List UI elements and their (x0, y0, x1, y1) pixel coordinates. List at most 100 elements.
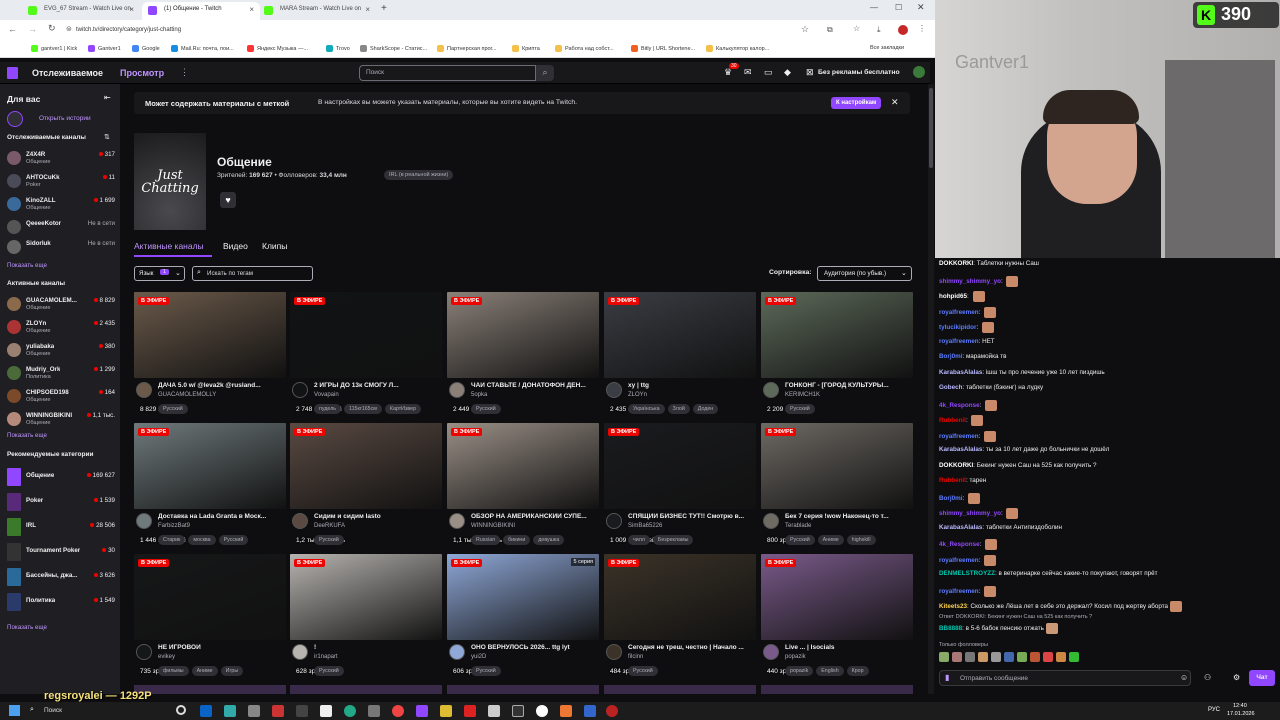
sidebar-item-sidorluk[interactable]: Sidorluk Не в сети (0, 237, 120, 259)
stream-tag[interactable]: Русский (785, 404, 815, 414)
emote-picker-icon[interactable]: ☺ (1180, 673, 1188, 682)
stream-card[interactable]: В ЭФИРЕ1 446 зрителейДоставка на Lada Gr… (134, 423, 286, 548)
channel-avatar[interactable] (292, 644, 308, 660)
chat-username[interactable]: 4k_Response (939, 402, 980, 409)
menu-icon[interactable]: ⋮ (918, 24, 926, 33)
bookmark-item[interactable]: Яндекс Музыка —... (247, 45, 308, 52)
chat-username[interactable]: KarabasAlalas (939, 369, 982, 376)
tab-clips[interactable]: Клипы (262, 241, 287, 251)
bookmark-icon[interactable]: ☆ (853, 24, 860, 33)
stream-tag[interactable]: Аниме (191, 666, 218, 676)
chat-username[interactable]: shimmy_shimmy_yo (939, 278, 1001, 285)
channel-name[interactable]: filcinn (628, 654, 643, 660)
stream-title[interactable]: ДАЧА 5.0 w/ @leva2k @rusland... (158, 382, 286, 389)
channel-name[interactable]: KERIMCH1K (785, 392, 820, 398)
show-more-categories[interactable]: Показать еще (7, 624, 47, 631)
heart-icon[interactable]: ♥ (220, 192, 236, 208)
sort-select[interactable]: Аудитория (по убыв.) ⌄ (817, 266, 912, 281)
app-icon[interactable] (320, 705, 332, 717)
chat-username[interactable]: royalfreemen (939, 433, 979, 440)
bookmark-item[interactable]: Крипта (512, 45, 540, 52)
stream-tag[interactable]: пудель (314, 404, 342, 414)
inbox-icon[interactable]: ✉ (744, 67, 752, 78)
bookmark-item[interactable]: Партнерская прог... (437, 45, 496, 52)
chat-send-button[interactable]: Чат (1249, 670, 1275, 686)
channel-name[interactable]: SimBa65226 (628, 523, 662, 529)
close-icon[interactable]: × (249, 5, 254, 14)
app-icon[interactable] (560, 705, 572, 717)
tab-evg[interactable]: EVG_67 Stream - Watch Live on × (22, 2, 140, 20)
reload-icon[interactable]: ↻ (48, 23, 56, 34)
back-icon[interactable]: ← (8, 24, 17, 34)
crown-icon[interactable]: ◆ (784, 67, 791, 78)
stream-title[interactable]: xy | ttg (628, 382, 756, 389)
chat-input[interactable]: ▮ Отправить сообщение ☺ (939, 670, 1191, 686)
app-icon[interactable] (606, 705, 618, 717)
bookmark-item[interactable]: Google (132, 45, 160, 52)
stream-tag[interactable]: чилл (628, 535, 650, 545)
stream-title[interactable]: Бек 7 серия !wow Наконец-то т... (785, 513, 913, 520)
sidebar-category[interactable]: Tournament Poker 30 (0, 540, 120, 562)
stream-thumbnail-partial[interactable] (604, 685, 756, 694)
search-button[interactable]: ⌕ (536, 65, 554, 81)
stream-thumbnail-partial[interactable] (761, 685, 913, 694)
windows-start-icon[interactable] (9, 705, 20, 716)
points-icon[interactable]: ⚇ (1204, 673, 1211, 682)
stream-card[interactable]: В ЭФИРЕ2 435 зрителейxy | ttgZLOYnУкраїн… (604, 292, 756, 417)
stream-title[interactable]: ЧАЙ СТАВЬТЕ / ДОНАТОФОН ДЕН... (471, 382, 599, 389)
stream-card[interactable]: В ЭФИРЕ2 449 зрителейЧАЙ СТАВЬТЕ / ДОНАТ… (447, 292, 599, 417)
open-stories-link[interactable]: Открыть истории (39, 115, 91, 122)
channel-name[interactable]: evikey (158, 654, 175, 660)
chat-username[interactable]: Borj0mi (939, 353, 962, 360)
stream-card[interactable]: В ЭФИРЕ2 748 зрителей2 ИГРЫ ДО 13к СМОГУ… (290, 292, 442, 417)
app-icon[interactable] (296, 705, 308, 717)
new-tab-button[interactable]: + (381, 3, 387, 14)
stream-title[interactable]: Сидим и сидим Iasto (314, 513, 442, 520)
sidebar-item-kinozall[interactable]: KinoZALL Общение 1 699 (0, 194, 120, 216)
task-view-icon[interactable] (176, 705, 186, 715)
stream-tag[interactable]: Кpop (846, 666, 869, 676)
chat-username[interactable]: shimmy_shimmy_yo (939, 510, 1001, 517)
bookmark-item[interactable]: Trovo (326, 45, 350, 52)
stream-thumbnail-partial[interactable] (134, 685, 286, 694)
stream-title[interactable]: Live ... | Isocials (785, 644, 913, 651)
sidebar-category[interactable]: Poker 1 539 (0, 490, 120, 512)
channel-name[interactable]: ir1napart (314, 654, 338, 660)
channel-avatar[interactable] (292, 513, 308, 529)
tab-videos[interactable]: Видео (223, 241, 248, 251)
tab-active-channels[interactable]: Активные каналы (134, 241, 204, 251)
app-icon[interactable] (536, 705, 548, 717)
channel-avatar[interactable] (449, 382, 465, 398)
minimize-button[interactable]: — (870, 3, 878, 12)
channel-avatar[interactable] (449, 513, 465, 529)
stream-title[interactable]: СПЯЩИЙ БИЗНЕС ТУТ!! Смотрю в... (628, 513, 756, 520)
tab-mara[interactable]: MARA Stream - Watch Live on × (258, 2, 376, 20)
sidebar-item-yuliabaka[interactable]: yuliabaka Общение 380 (0, 340, 120, 362)
stream-title[interactable]: ОНО ВЕРНУЛОСЬ 2026... ttg lyt (471, 644, 599, 651)
nav-following[interactable]: Отслеживаемое (32, 68, 103, 78)
channel-name[interactable]: popazik (785, 654, 806, 660)
bookmark-item[interactable]: Mail.Ru: почта, пои... (171, 45, 234, 52)
chat-username[interactable]: tylucikipidor (939, 324, 976, 331)
sidebar-item-zloyn[interactable]: ZLOYn Общение 2 435 (0, 317, 120, 339)
scrollbar[interactable] (928, 84, 934, 694)
url-field[interactable]: twitch.tv/directory/category/just-chatti… (76, 24, 796, 38)
clock-date[interactable]: 17.01.2026 (1227, 711, 1255, 717)
stream-tag[interactable]: popazik (785, 666, 814, 676)
sidebar-item-winningbikini[interactable]: WINNINGBIKINI Общение 1,1 тыс. (0, 409, 120, 431)
whispers-icon[interactable]: ▭ (764, 67, 773, 78)
app-icon[interactable] (248, 705, 260, 717)
maximize-button[interactable]: ☐ (895, 3, 902, 12)
channel-avatar[interactable] (606, 513, 622, 529)
chat-username[interactable]: Kiteets23 (939, 603, 967, 610)
app-icon[interactable] (224, 705, 236, 717)
stream-tag[interactable]: девушка (533, 535, 565, 545)
ad-free-button[interactable]: Без рекламы бесплатно (818, 69, 900, 76)
bookmark-item[interactable]: Gantver1 (88, 45, 121, 52)
stream-card[interactable]: В ЭФИРЕ735 зрителейНЕ ИГРОВОЙevikeyфильм… (134, 554, 286, 679)
download-icon[interactable]: ⤓ (877, 25, 881, 35)
chat-username[interactable]: DOKKORKI (939, 462, 973, 469)
stream-card[interactable]: В ЭФИРЕ1,1 тыс. зрительОБЗОР НА АМЕРИКАН… (447, 423, 599, 548)
stream-tag[interactable]: Игры (220, 666, 244, 676)
search-icon[interactable]: ⌕ (30, 706, 34, 714)
